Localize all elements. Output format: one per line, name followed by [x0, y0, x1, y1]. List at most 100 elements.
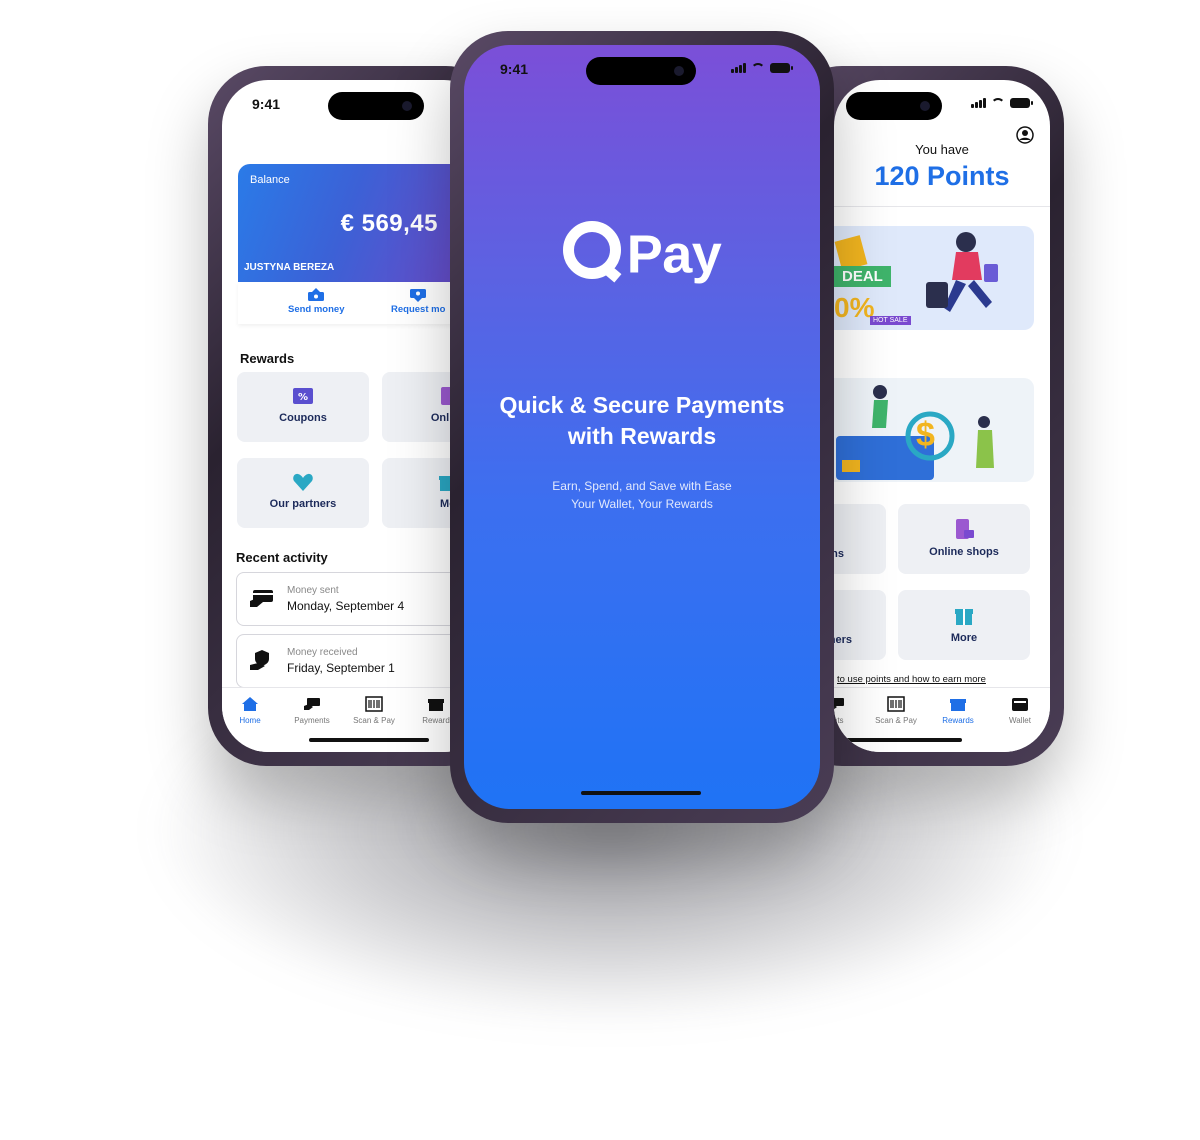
online-shop-icon: [956, 519, 974, 539]
battery-icon: [1010, 98, 1033, 108]
send-money-button[interactable]: Send money: [288, 288, 345, 315]
tab-wallet[interactable]: Wallet: [988, 696, 1050, 725]
gift-icon: [955, 609, 973, 625]
partners-label: Our partners: [269, 498, 337, 510]
coupon-percent-icon: %: [293, 388, 313, 404]
shopper-illustration: [926, 232, 998, 312]
status-icons: [731, 63, 793, 73]
status-time: 9:41: [500, 61, 529, 77]
qpay-logo: Pay: [464, 220, 820, 286]
activity-type: Money received: [287, 647, 358, 658]
tab-home-label: Home: [239, 716, 261, 725]
deal-label: DEAL: [834, 266, 891, 287]
partners-tile[interactable]: ners: [834, 590, 886, 660]
home-indicator: [309, 738, 429, 742]
cashback-banner[interactable]: $: [834, 378, 1034, 482]
status-time: 9:41: [252, 96, 281, 112]
q-logo-mark: [562, 220, 621, 279]
more-tile[interactable]: More: [898, 590, 1030, 660]
splash-screen: 9:41 Pay Quick & Secure Payments with Re…: [464, 45, 820, 809]
more-label: More: [950, 632, 978, 644]
activity-date: Friday, September 1: [287, 661, 395, 675]
balance-label: Balance: [250, 174, 290, 186]
coupons-label: ns: [834, 548, 844, 560]
barcode-icon: [365, 696, 383, 712]
activity-item[interactable]: Money sent Monday, September 4: [236, 572, 471, 626]
dynamic-island: [328, 92, 424, 120]
partners-tile[interactable]: Our partners: [237, 458, 369, 528]
header-divider: [834, 206, 1050, 207]
rewards-screen: You have 120 Points DEAL 0% HOT SALE $ n…: [834, 80, 1050, 752]
activity-type: Money sent: [287, 585, 339, 596]
subtagline-line-2: Your Wallet, Your Rewards: [571, 497, 713, 511]
subtagline-line-1: Earn, Spend, and Save with Ease: [552, 479, 732, 493]
you-have-label: You have: [915, 142, 969, 157]
tab-wallet-label: Wallet: [1009, 716, 1031, 725]
logo-text: Pay: [626, 224, 722, 285]
dollar-sign: $: [916, 416, 935, 454]
wallet-icon: [1012, 698, 1028, 711]
home-indicator: [842, 738, 962, 742]
request-money-icon: [410, 289, 427, 302]
tab-payments-label: Payments: [294, 716, 330, 725]
points-info-link[interactable]: to use points and how to earn more: [837, 674, 986, 685]
activity-date: Monday, September 4: [287, 599, 405, 613]
tab-payments[interactable]: Payments: [280, 696, 344, 725]
online-shops-tile[interactable]: Online shops: [898, 504, 1030, 574]
discount-label: 0%: [834, 292, 875, 323]
tab-home[interactable]: Home: [222, 696, 282, 725]
tab-payments[interactable]: ents: [834, 696, 868, 725]
coupons-label: Coupons: [279, 412, 327, 424]
gift-icon: [950, 699, 966, 711]
coupons-tile[interactable]: ns: [834, 504, 886, 574]
money-actions: Send money Request mo: [238, 282, 478, 324]
card-holder-name: JUSTYNA BEREZA: [244, 262, 335, 273]
home-indicator: [581, 791, 701, 795]
rewards-heading: Rewards: [240, 351, 295, 366]
payments-icon: [834, 698, 844, 710]
handshake-heart-icon: [293, 473, 313, 491]
deal-banner[interactable]: DEAL 0% HOT SALE: [834, 226, 1034, 330]
gift-icon: [428, 699, 444, 711]
tab-rewards[interactable]: Rewards: [926, 696, 990, 725]
tab-scan-pay[interactable]: Scan & Pay: [864, 696, 928, 725]
points-value: 120 Points: [874, 161, 1010, 191]
tab-rewards-label: Rewards: [942, 716, 974, 725]
recent-activity-heading: Recent activity: [236, 550, 328, 565]
coupons-tile[interactable]: % Coupons: [237, 372, 369, 442]
phone-splash-screen: 9:41 Pay Quick & Secure Payments with Re…: [450, 31, 834, 823]
barcode-icon: [887, 696, 905, 712]
tab-scan-pay[interactable]: Scan & Pay: [342, 696, 406, 725]
tagline: Quick & Secure Payments with Rewards: [464, 390, 820, 452]
activity-item[interactable]: Money received Friday, September 1: [236, 634, 471, 688]
send-money-label: Send money: [288, 304, 345, 315]
wifi-icon: [751, 63, 765, 73]
balance-card[interactable]: Balance € 569,45 JUSTYNA BEREZA: [238, 164, 478, 282]
tab-scan-pay-label: Scan & Pay: [353, 716, 395, 725]
dynamic-island: [586, 57, 696, 85]
card-in-hand-icon: [250, 590, 273, 607]
balance-amount: € 569,45: [340, 210, 438, 237]
tab-payments-label: ents: [834, 716, 844, 725]
svg-text:%: %: [298, 392, 308, 403]
tab-bar: ents Scan & Pay Rewards Wallet: [834, 687, 1050, 752]
dynamic-island: [846, 92, 942, 120]
request-money-button[interactable]: Request mo: [391, 288, 445, 315]
money-received-icon: [250, 650, 269, 670]
signal-icon: [971, 98, 986, 108]
partners-label: ners: [834, 634, 852, 646]
hot-sale-label: HOT SALE: [870, 316, 911, 325]
online-shops-label: Online shops: [929, 546, 999, 558]
wifi-icon: [991, 98, 1005, 108]
battery-icon: [770, 63, 793, 73]
signal-icon: [731, 63, 746, 73]
send-money-icon: [308, 288, 325, 301]
points-summary: You have 120 Points: [834, 142, 1050, 192]
request-money-label: Request mo: [391, 304, 446, 315]
home-icon: [242, 697, 258, 711]
subtagline: Earn, Spend, and Save with Ease Your Wal…: [464, 477, 820, 513]
status-icons: [971, 98, 1033, 108]
tagline-line-2: with Rewards: [567, 423, 717, 449]
tab-scan-pay-label: Scan & Pay: [875, 716, 917, 725]
payments-icon: [304, 698, 320, 710]
